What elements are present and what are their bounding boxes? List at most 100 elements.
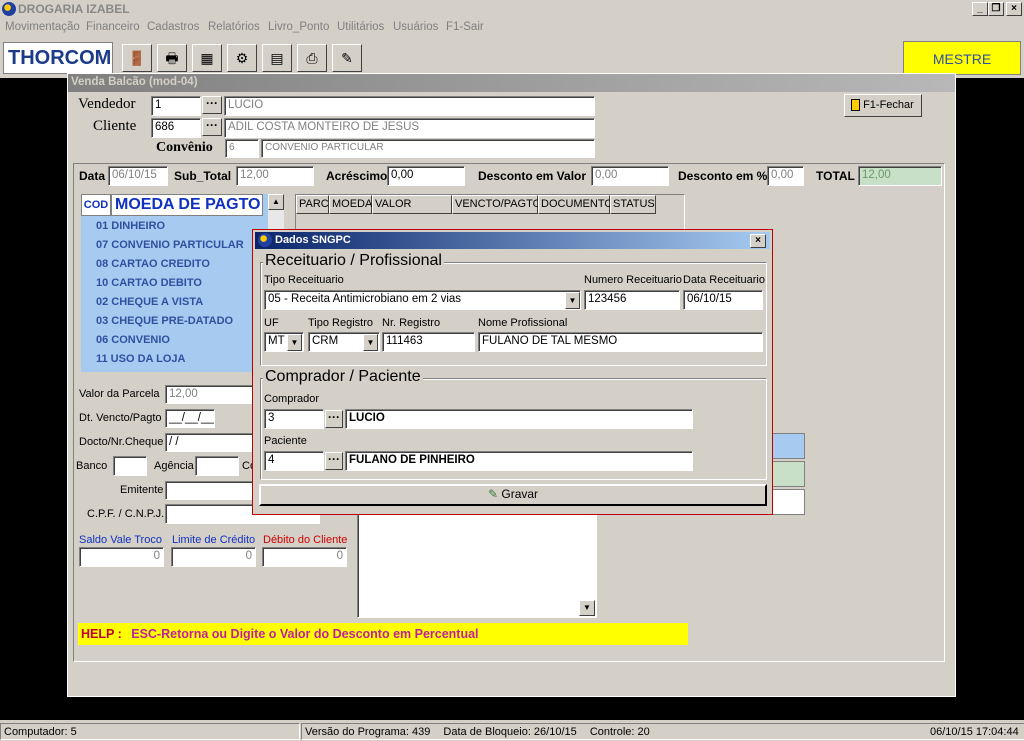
paciente-name-field: FULANO DE PINHEIRO bbox=[345, 451, 693, 471]
help-prefix: HELP : bbox=[81, 627, 122, 641]
moeda-list[interactable]: 01 DINHEIRO 07 CONVENIO PARTICULAR 08 CA… bbox=[81, 194, 271, 372]
cliente-code-field[interactable]: 686 bbox=[151, 118, 201, 138]
help-bar: HELP : ESC-Retorna ou Digite o Valor do … bbox=[78, 623, 688, 645]
fechar-button[interactable]: F1-Fechar bbox=[844, 94, 922, 117]
list-item[interactable]: 06 CONVENIO bbox=[81, 331, 271, 350]
saldo-vale-troco-label: Saldo Vale Troco bbox=[79, 534, 162, 546]
grid-header-status: STATUS bbox=[610, 195, 656, 214]
comprador-label: Comprador bbox=[264, 393, 320, 405]
agencia-label: Agência bbox=[154, 460, 194, 472]
paciente-label: Paciente bbox=[264, 435, 307, 447]
list-item[interactable]: 08 CARTAO CREDITO bbox=[81, 255, 271, 274]
limite-credito-field: 0 bbox=[171, 547, 256, 567]
menu-financeiro[interactable]: Financeiro bbox=[86, 21, 140, 33]
nr-registro-field[interactable]: 111463 bbox=[382, 332, 475, 352]
docto-field[interactable]: / / bbox=[165, 433, 255, 452]
accessories-icon[interactable]: ⚙ bbox=[227, 44, 257, 72]
vendedor-code-field[interactable]: 1 bbox=[151, 96, 201, 116]
list-item[interactable]: 11 USO DA LOJA bbox=[81, 350, 271, 369]
menu-usuarios[interactable]: Usuários bbox=[393, 21, 438, 33]
valor-parcela-field[interactable]: 12,00 bbox=[165, 385, 255, 404]
close-icon[interactable]: × bbox=[750, 234, 766, 248]
scroll-up-arrow-icon[interactable]: ▲ bbox=[268, 194, 284, 210]
comprador-lookup-button[interactable]: ··· bbox=[325, 410, 343, 428]
status-bar: Computador: 5 Versão do Programa: 439 Da… bbox=[0, 722, 1024, 741]
acrescimo-field[interactable]: 0,00 bbox=[387, 166, 465, 186]
observacao-textarea[interactable] bbox=[357, 511, 597, 618]
cliente-name-field: ADIL COSTA MONTEIRO DE JESUS bbox=[224, 118, 595, 138]
total-label: TOTAL bbox=[816, 169, 855, 183]
exit-door-icon[interactable]: 🚪 bbox=[122, 44, 152, 72]
subtotal-label: Sub_Total bbox=[174, 169, 232, 183]
dialog-title-bar: Dados SNGPC bbox=[255, 232, 770, 249]
window-title-bar: DROGARIA IZABEL _ ❐ × bbox=[0, 0, 1024, 18]
app-icon[interactable] bbox=[2, 2, 16, 16]
list-item[interactable]: 02 CHEQUE A VISTA bbox=[81, 293, 271, 312]
exit-door-icon bbox=[851, 99, 860, 112]
menu-f1-sair[interactable]: F1-Sair bbox=[446, 21, 484, 33]
docto-label: Docto/Nr.Cheque bbox=[79, 436, 164, 448]
data-receituario-label: Data Receituario bbox=[683, 274, 765, 286]
receituario-group-title: Receituario / Profissional bbox=[263, 252, 444, 270]
nr-registro-label: Nr. Registro bbox=[382, 317, 441, 329]
list-item[interactable]: 07 CONVENIO PARTICULAR bbox=[81, 236, 271, 255]
printer-icon[interactable]: 🖶 bbox=[157, 44, 187, 72]
tipo-receituario-select[interactable]: 05 - Receita Antimicrobiano em 2 vias bbox=[264, 290, 581, 310]
calendar-icon[interactable]: ▤ bbox=[262, 44, 292, 72]
cliente-lookup-button[interactable]: ··· bbox=[202, 118, 222, 136]
uf-label: UF bbox=[264, 317, 279, 329]
numero-receituario-label: Numero Receituario bbox=[584, 274, 682, 286]
list-item[interactable]: 10 CARTAO DEBITO bbox=[81, 274, 271, 293]
dialog-title: Dados SNGPC bbox=[275, 234, 351, 246]
cliente-label: Cliente bbox=[93, 118, 137, 134]
minimize-button[interactable]: _ bbox=[972, 2, 988, 16]
banco-field[interactable] bbox=[113, 456, 147, 476]
agencia-field[interactable] bbox=[195, 456, 239, 476]
fax-icon[interactable]: ⎙ bbox=[297, 44, 327, 72]
main-window-title: Venda Balcão (mod-04) bbox=[68, 74, 955, 92]
numero-receituario-field[interactable]: 123456 bbox=[584, 290, 680, 310]
dt-vencto-field[interactable]: __/__/__ bbox=[165, 409, 215, 428]
vendedor-lookup-button[interactable]: ··· bbox=[202, 96, 222, 114]
menu-utilitarios[interactable]: Utilitários bbox=[337, 21, 384, 33]
chevron-down-icon[interactable]: ▼ bbox=[363, 334, 378, 351]
nome-profissional-label: Nome Profissional bbox=[478, 317, 568, 329]
restore-button[interactable]: ❐ bbox=[988, 2, 1004, 16]
help-text: ESC-Retorna ou Digite o Valor do Descont… bbox=[131, 627, 479, 641]
convenio-code-field: 6 bbox=[225, 139, 259, 158]
nome-profissional-field[interactable]: FULANO DE TAL MESMO bbox=[478, 332, 763, 352]
emitente-field[interactable] bbox=[165, 481, 255, 500]
calculator-icon[interactable]: ▦ bbox=[192, 44, 222, 72]
comprador-code-field[interactable]: 3 bbox=[264, 409, 324, 429]
data-receituario-field[interactable]: 06/10/15 bbox=[683, 290, 763, 310]
grid-header-valor: VALOR bbox=[372, 195, 452, 214]
valor-parcela-label: Valor da Parcela bbox=[79, 388, 160, 400]
close-button[interactable]: × bbox=[1006, 2, 1022, 16]
menu-relatorios[interactable]: Relatórios bbox=[208, 21, 260, 33]
list-item[interactable]: 01 DINHEIRO bbox=[81, 217, 271, 236]
menu-movimentacao[interactable]: Movimentação bbox=[5, 21, 80, 33]
paciente-lookup-button[interactable]: ··· bbox=[325, 452, 343, 470]
banco-label: Banco bbox=[76, 460, 108, 472]
scroll-down-arrow-icon[interactable]: ▼ bbox=[579, 600, 595, 616]
chevron-down-icon[interactable]: ▼ bbox=[565, 292, 580, 309]
paciente-code-field[interactable]: 4 bbox=[264, 451, 324, 471]
menu-cadastros[interactable]: Cadastros bbox=[147, 21, 199, 33]
window-title: DROGARIA IZABEL bbox=[18, 2, 130, 16]
desconto-perc-field[interactable]: 0,00 bbox=[767, 166, 804, 186]
gravar-button[interactable]: ✎ Gravar bbox=[259, 484, 767, 506]
grid-header-vencto: VENCTO/PAGTO bbox=[452, 195, 541, 214]
list-item[interactable]: 03 CHEQUE PRE-DATADO bbox=[81, 312, 271, 331]
subtotal-field: 12,00 bbox=[236, 166, 314, 186]
desconto-valor-field[interactable]: 0,00 bbox=[591, 166, 669, 186]
grid-header-moeda: MOEDA bbox=[329, 195, 372, 214]
fechar-label: F1-Fechar bbox=[863, 99, 914, 112]
chevron-down-icon[interactable]: ▼ bbox=[287, 334, 302, 351]
cpf-label: C.P.F. / C.N.P.J. bbox=[87, 508, 165, 520]
menu-livro-ponto[interactable]: Livro_Ponto bbox=[268, 21, 329, 33]
debito-cliente-field: 0 bbox=[262, 547, 347, 567]
vendedor-label: Vendedor bbox=[78, 96, 136, 112]
tools-icon[interactable]: ✎ bbox=[332, 44, 362, 72]
dados-sngpc-dialog: Dados SNGPC × Receituario / Profissional… bbox=[252, 229, 773, 515]
status-bloqueio: Data de Bloqueio: 26/10/15 bbox=[443, 726, 577, 738]
